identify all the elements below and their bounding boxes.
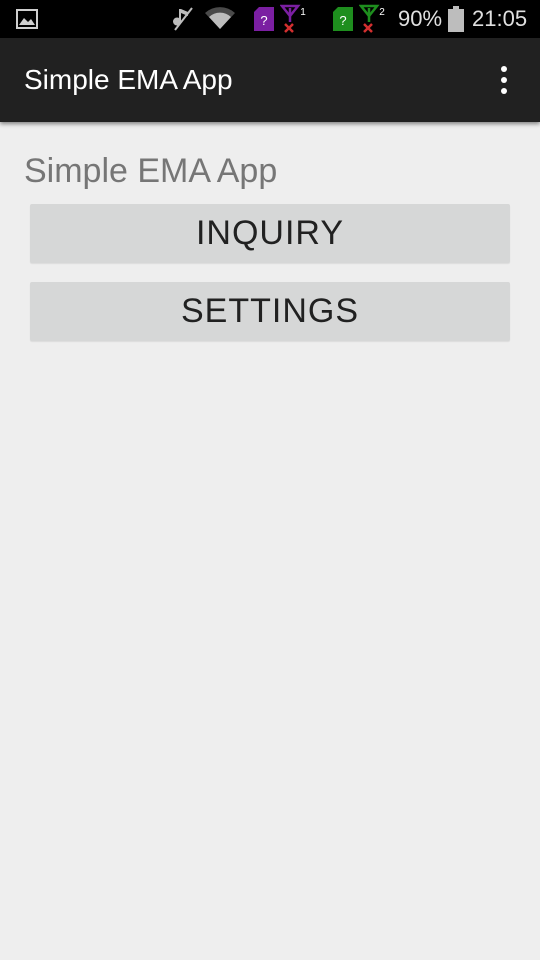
image-notification-icon	[16, 0, 38, 38]
screen: ? 1 ? 2 90% 21:05 Simple EMA App Simple …	[0, 0, 540, 960]
clock-label: 21:05	[472, 6, 528, 31]
battery-icon	[448, 0, 464, 38]
mute-icon	[172, 0, 194, 38]
signal2-icon: 2	[359, 0, 387, 38]
status-bar: ? 1 ? 2 90% 21:05	[0, 0, 540, 38]
sim1-card-icon: ?	[253, 0, 275, 38]
wifi-icon	[204, 0, 236, 38]
sim2-unknown-mark: ?	[339, 13, 346, 28]
settings-button[interactable]: SETTINGS	[30, 282, 510, 341]
page-title: Simple EMA App	[24, 152, 278, 190]
overflow-dot	[501, 88, 507, 94]
battery-percent: 90%	[398, 0, 442, 38]
action-bar-title: Simple EMA App	[24, 64, 233, 95]
sim1-index-label: 1	[300, 7, 306, 18]
overflow-dot	[501, 77, 507, 83]
sim2-card-icon: ?	[332, 0, 354, 38]
inquiry-button[interactable]: INQUIRY	[30, 204, 510, 263]
action-bar: Simple EMA App	[0, 38, 540, 122]
overflow-dot	[501, 66, 507, 72]
sim1-unknown-mark: ?	[260, 13, 267, 28]
clock: 21:05	[472, 0, 527, 38]
overflow-menu-icon[interactable]	[482, 58, 526, 102]
sim2-index-label: 2	[379, 7, 385, 18]
battery-percent-label: 90%	[398, 6, 443, 31]
signal1-icon: 1	[280, 0, 308, 38]
